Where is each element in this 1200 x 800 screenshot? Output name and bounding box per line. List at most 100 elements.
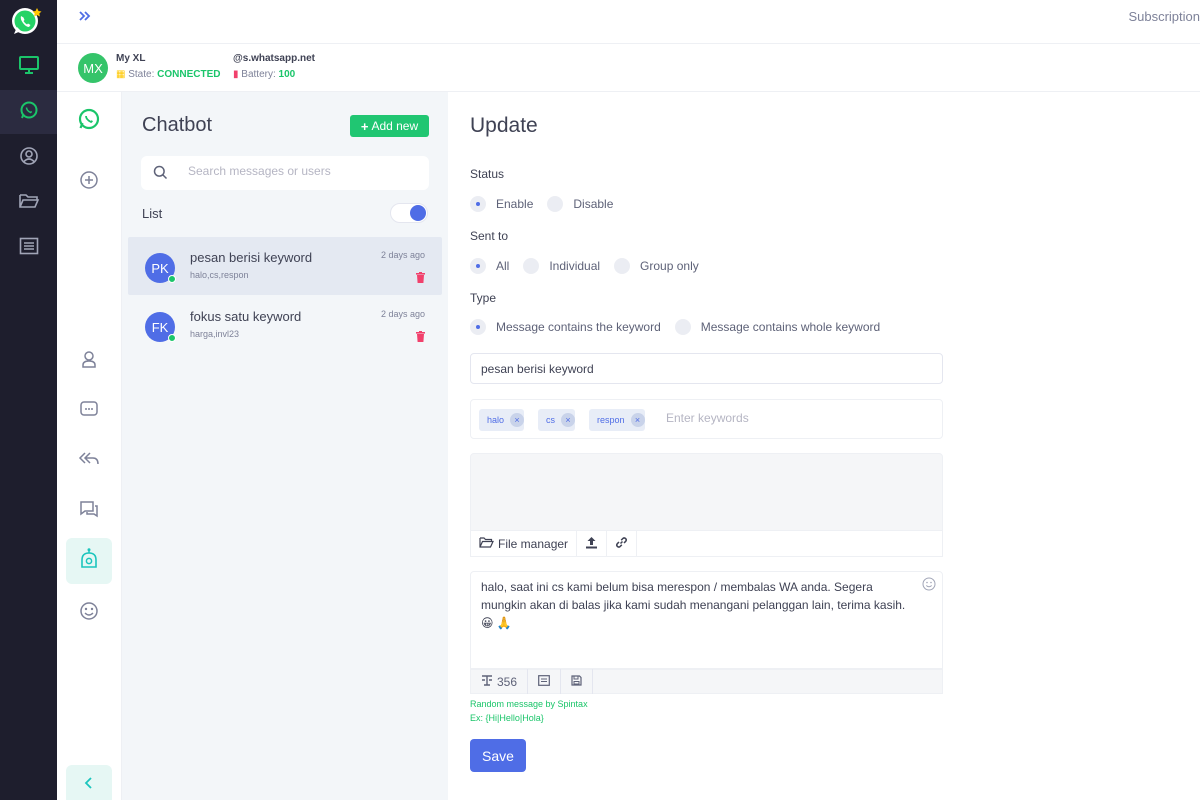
item-title: fokus satu keyword [190,309,302,324]
spintax-counter-button[interactable]: 356 [471,669,529,694]
status-label: Status [470,167,505,181]
keywords-input[interactable] [666,411,866,425]
radio-contains[interactable] [470,319,486,335]
rail-monitor-button[interactable] [0,45,57,89]
plus-icon: + [360,118,369,134]
update-form: Update Status Enable Disable Sent to All… [448,92,1200,800]
item-date: 2 days ago [380,250,425,260]
trash-icon[interactable] [416,329,425,347]
text-count-icon [481,674,493,689]
reply-all-icon [78,450,100,473]
sidebar-conversations-button[interactable] [66,488,112,534]
save-button[interactable]: Save [470,739,526,772]
radio-disable[interactable] [547,196,564,212]
type-contains-option[interactable]: Message contains the keyword [470,319,661,335]
list-item[interactable]: PK pesan berisi keyword halo,cs,respon 2… [128,237,442,295]
account-state: ▦ State: CONNECTED [116,69,221,80]
search-icon [153,165,168,185]
rail-reports-button[interactable] [0,226,57,270]
online-indicator [168,275,176,283]
search-box [141,156,429,190]
online-indicator [168,334,176,342]
file-manager-button[interactable]: File manager [471,530,578,557]
sent-to-group-option[interactable]: Group only [614,258,699,274]
rail-files-button[interactable] [0,181,57,225]
char-count: 356 [497,674,518,689]
media-dropzone[interactable] [470,453,943,531]
account-battery: ▮ Battery: 100 [233,69,296,80]
status-enable-option[interactable]: Enable [470,196,533,212]
link-button[interactable] [607,530,638,557]
list-item[interactable]: FK fokus satu keyword harga,invl23 2 day… [128,296,442,354]
chevron-left-icon [84,776,94,794]
message-textarea[interactable]: halo, saat ini cs kami belum bisa meresp… [470,571,943,669]
item-keywords: halo,cs,respon [190,270,249,280]
panel-title: Chatbot [142,114,213,136]
item-date: 2 days ago [380,309,425,319]
save-template-button[interactable] [561,669,594,694]
chevrons-right-icon [78,9,92,27]
sent-to-individual-option[interactable]: Individual [523,258,600,274]
sidebar-reactions-button[interactable] [66,590,112,636]
sidebar-autoreply-button[interactable] [66,438,112,484]
radio-group-only[interactable] [614,258,631,274]
account-avatar: MX [78,53,108,83]
trash-icon[interactable] [416,270,425,288]
list-toggle[interactable] [390,203,428,223]
folder-icon [18,192,40,215]
name-field[interactable]: pesan berisi keyword [470,353,943,384]
search-input[interactable] [188,164,408,178]
remove-chip-icon[interactable]: × [561,413,575,427]
state-icon: ▦ [116,69,126,80]
emoji-icon [79,601,99,626]
item-keywords: harga,invl23 [190,329,240,339]
battery-icon: ▮ [233,69,239,80]
contact-icon [79,349,99,374]
account-number: @s.whatsapp.net [233,53,315,64]
sent-to-radio-group: All Individual Group only [470,258,713,274]
folder-open-icon [479,536,494,551]
status-disable-option[interactable]: Disable [547,196,613,212]
radio-whole[interactable] [674,319,691,335]
chat-bubble-icon [79,399,99,424]
rail-account-button[interactable] [0,136,57,180]
message-toolbar: 356 [470,669,943,694]
keywords-field[interactable]: halo × cs × respon × [470,399,943,439]
sent-to-all-option[interactable]: All [470,258,509,274]
sidebar-add-button[interactable] [66,159,112,205]
upload-icon [585,536,598,552]
type-label: Type [470,291,497,305]
expand-sidebar-button[interactable] [67,4,103,32]
sidebar-messages-button[interactable] [66,388,112,434]
keyword-chip: cs × [538,409,575,431]
chatbot-list-panel: Chatbot + Add new List PK pesan berisi k… [122,92,448,800]
remove-chip-icon[interactable]: × [510,413,525,427]
upload-button[interactable] [577,530,608,557]
sidebar-contacts-button[interactable] [66,338,112,384]
subscription-link[interactable]: Subscription [1128,9,1200,24]
sidebar-chatbot-button[interactable] [66,538,112,584]
whatsapp-icon [77,107,101,136]
conversation-icon [79,499,99,524]
account-bar: MX My XL ▦ State: CONNECTED @s.whatsapp.… [57,44,1200,92]
floppy-icon [571,674,582,689]
link-icon [615,536,628,552]
status-radio-group: Enable Disable [470,196,627,212]
whatsapp-icon [19,100,39,125]
template-button[interactable] [528,669,562,694]
sidebar-whatsapp-button[interactable] [66,98,112,144]
add-new-button[interactable]: + Add new [350,115,429,137]
whatsapp-logo-icon [10,4,44,38]
radio-all[interactable] [470,258,486,274]
radio-individual[interactable] [523,258,540,274]
collapse-sidebar-button[interactable] [66,765,112,800]
remove-chip-icon[interactable]: × [630,413,645,427]
emoji-picker-icon[interactable] [922,577,936,596]
spintax-example: Ex: {Hi|Hello|Hola} [470,713,544,723]
rail-whatsapp-button[interactable] [0,90,57,134]
add-circle-icon [79,170,99,195]
top-bar: Subscription [57,0,1200,44]
radio-enable[interactable] [470,196,486,212]
type-whole-option[interactable]: Message contains whole keyword [674,319,880,335]
form-title: Update [470,114,538,137]
